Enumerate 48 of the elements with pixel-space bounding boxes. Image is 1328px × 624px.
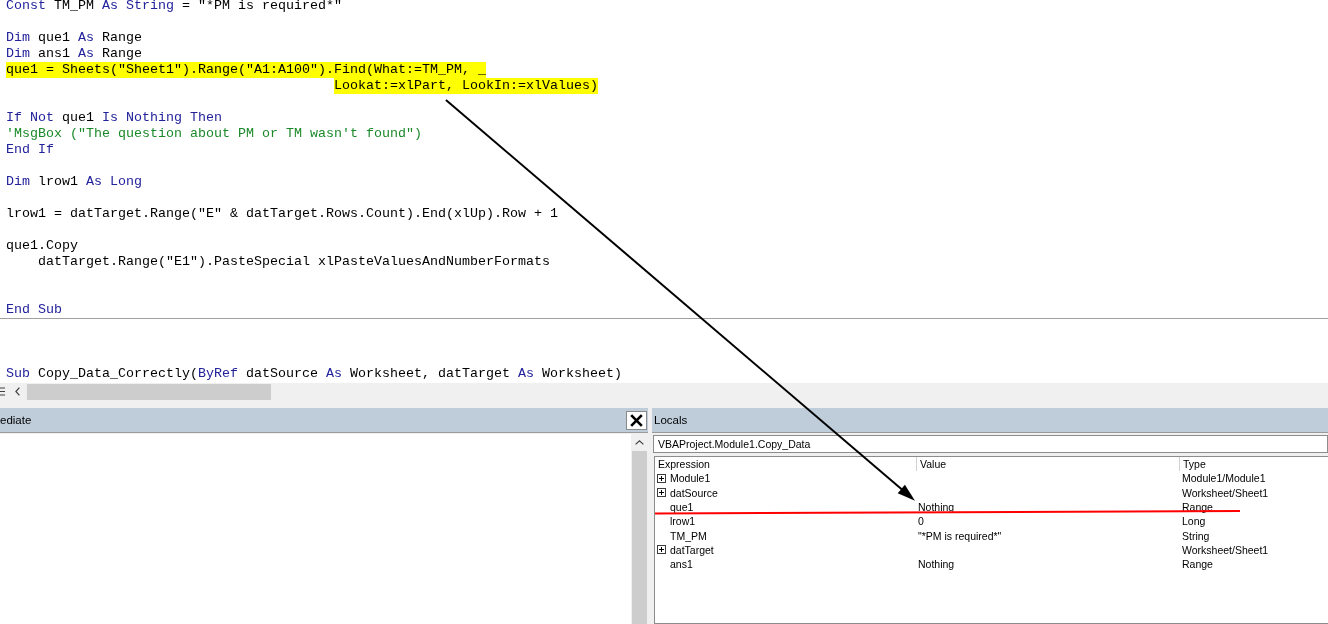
code-line: If Not que1 Is Nothing Then [6, 110, 222, 126]
table-cell: que1 [670, 499, 694, 514]
code-line: Const TM_PM As String = "*PM is required*" [6, 0, 342, 14]
plus-box-icon[interactable] [657, 473, 666, 483]
code-line: 'MsgBox ("The question about PM or TM wasn't found") [6, 126, 422, 142]
column-header[interactable]: Expression [655, 457, 917, 471]
table-cell: Module1/Module1 [1182, 471, 1266, 486]
scrollbar-thumb[interactable] [632, 451, 647, 624]
context-field[interactable]: VBAProject.Module1.Copy_Data [653, 435, 1328, 453]
table-cell: String [1182, 528, 1210, 543]
plus-box-icon[interactable] [657, 488, 666, 497]
table-cell: 0 [918, 514, 924, 529]
code-line: que1.Copy [6, 238, 78, 254]
code-line: End If [6, 142, 54, 158]
code-line: Sub Copy_Data_Correctly(ByRef datSource As Worksheet, datTarget As Worksheet) [6, 366, 622, 382]
horizontal-scrollbar[interactable] [0, 383, 1328, 400]
column-header[interactable]: Value [917, 457, 1180, 471]
chevron-up-icon [635, 440, 644, 445]
table-cell: Nothing [918, 499, 955, 514]
table-cell: Worksheet/Sheet1 [1182, 542, 1269, 557]
table-cell: Module1 [670, 471, 711, 486]
code-line: datTarget.Range("E1").PasteSpecial xlPasteValuesAndNumberFormats [38, 254, 550, 270]
table-cell: Worksheet/Sheet1 [1182, 485, 1269, 500]
table-cell: ans1 [670, 557, 693, 572]
code-line: Dim ans1 As Range [6, 46, 142, 62]
column-header[interactable]: Type [1180, 457, 1328, 471]
scrollbar-thumb[interactable] [27, 383, 271, 400]
table-cell: datSource [670, 485, 718, 500]
lines-icon[interactable] [0, 387, 5, 396]
table-cell: Nothing [918, 557, 955, 572]
chevron-left-icon [14, 387, 20, 396]
code-line: End Sub [6, 302, 62, 318]
table-cell: "*PM is required*" [918, 528, 1002, 543]
immediate-field[interactable] [0, 434, 631, 624]
table-cell: Long [1182, 514, 1206, 529]
pane-title: ediate [0, 413, 32, 427]
table-cell: lrow1 [670, 514, 696, 529]
table-cell: datTarget [670, 542, 714, 557]
plus-box-icon[interactable] [657, 545, 666, 555]
code-line: lrow1 = datTarget.Range("E" & datTarget.Rows.Count).End(xlUp).Row + 1 [6, 206, 558, 222]
table-cell: Range [1182, 499, 1213, 514]
table-cell: Range [1182, 557, 1213, 572]
pane-title: Locals [654, 413, 688, 427]
table-cell: TM_PM [670, 528, 707, 543]
close-icon [630, 413, 643, 427]
code-line: Dim lrow1 As Long [6, 174, 142, 190]
close-button[interactable] [626, 410, 647, 430]
code-line: Dim que1 As Range [6, 30, 142, 46]
